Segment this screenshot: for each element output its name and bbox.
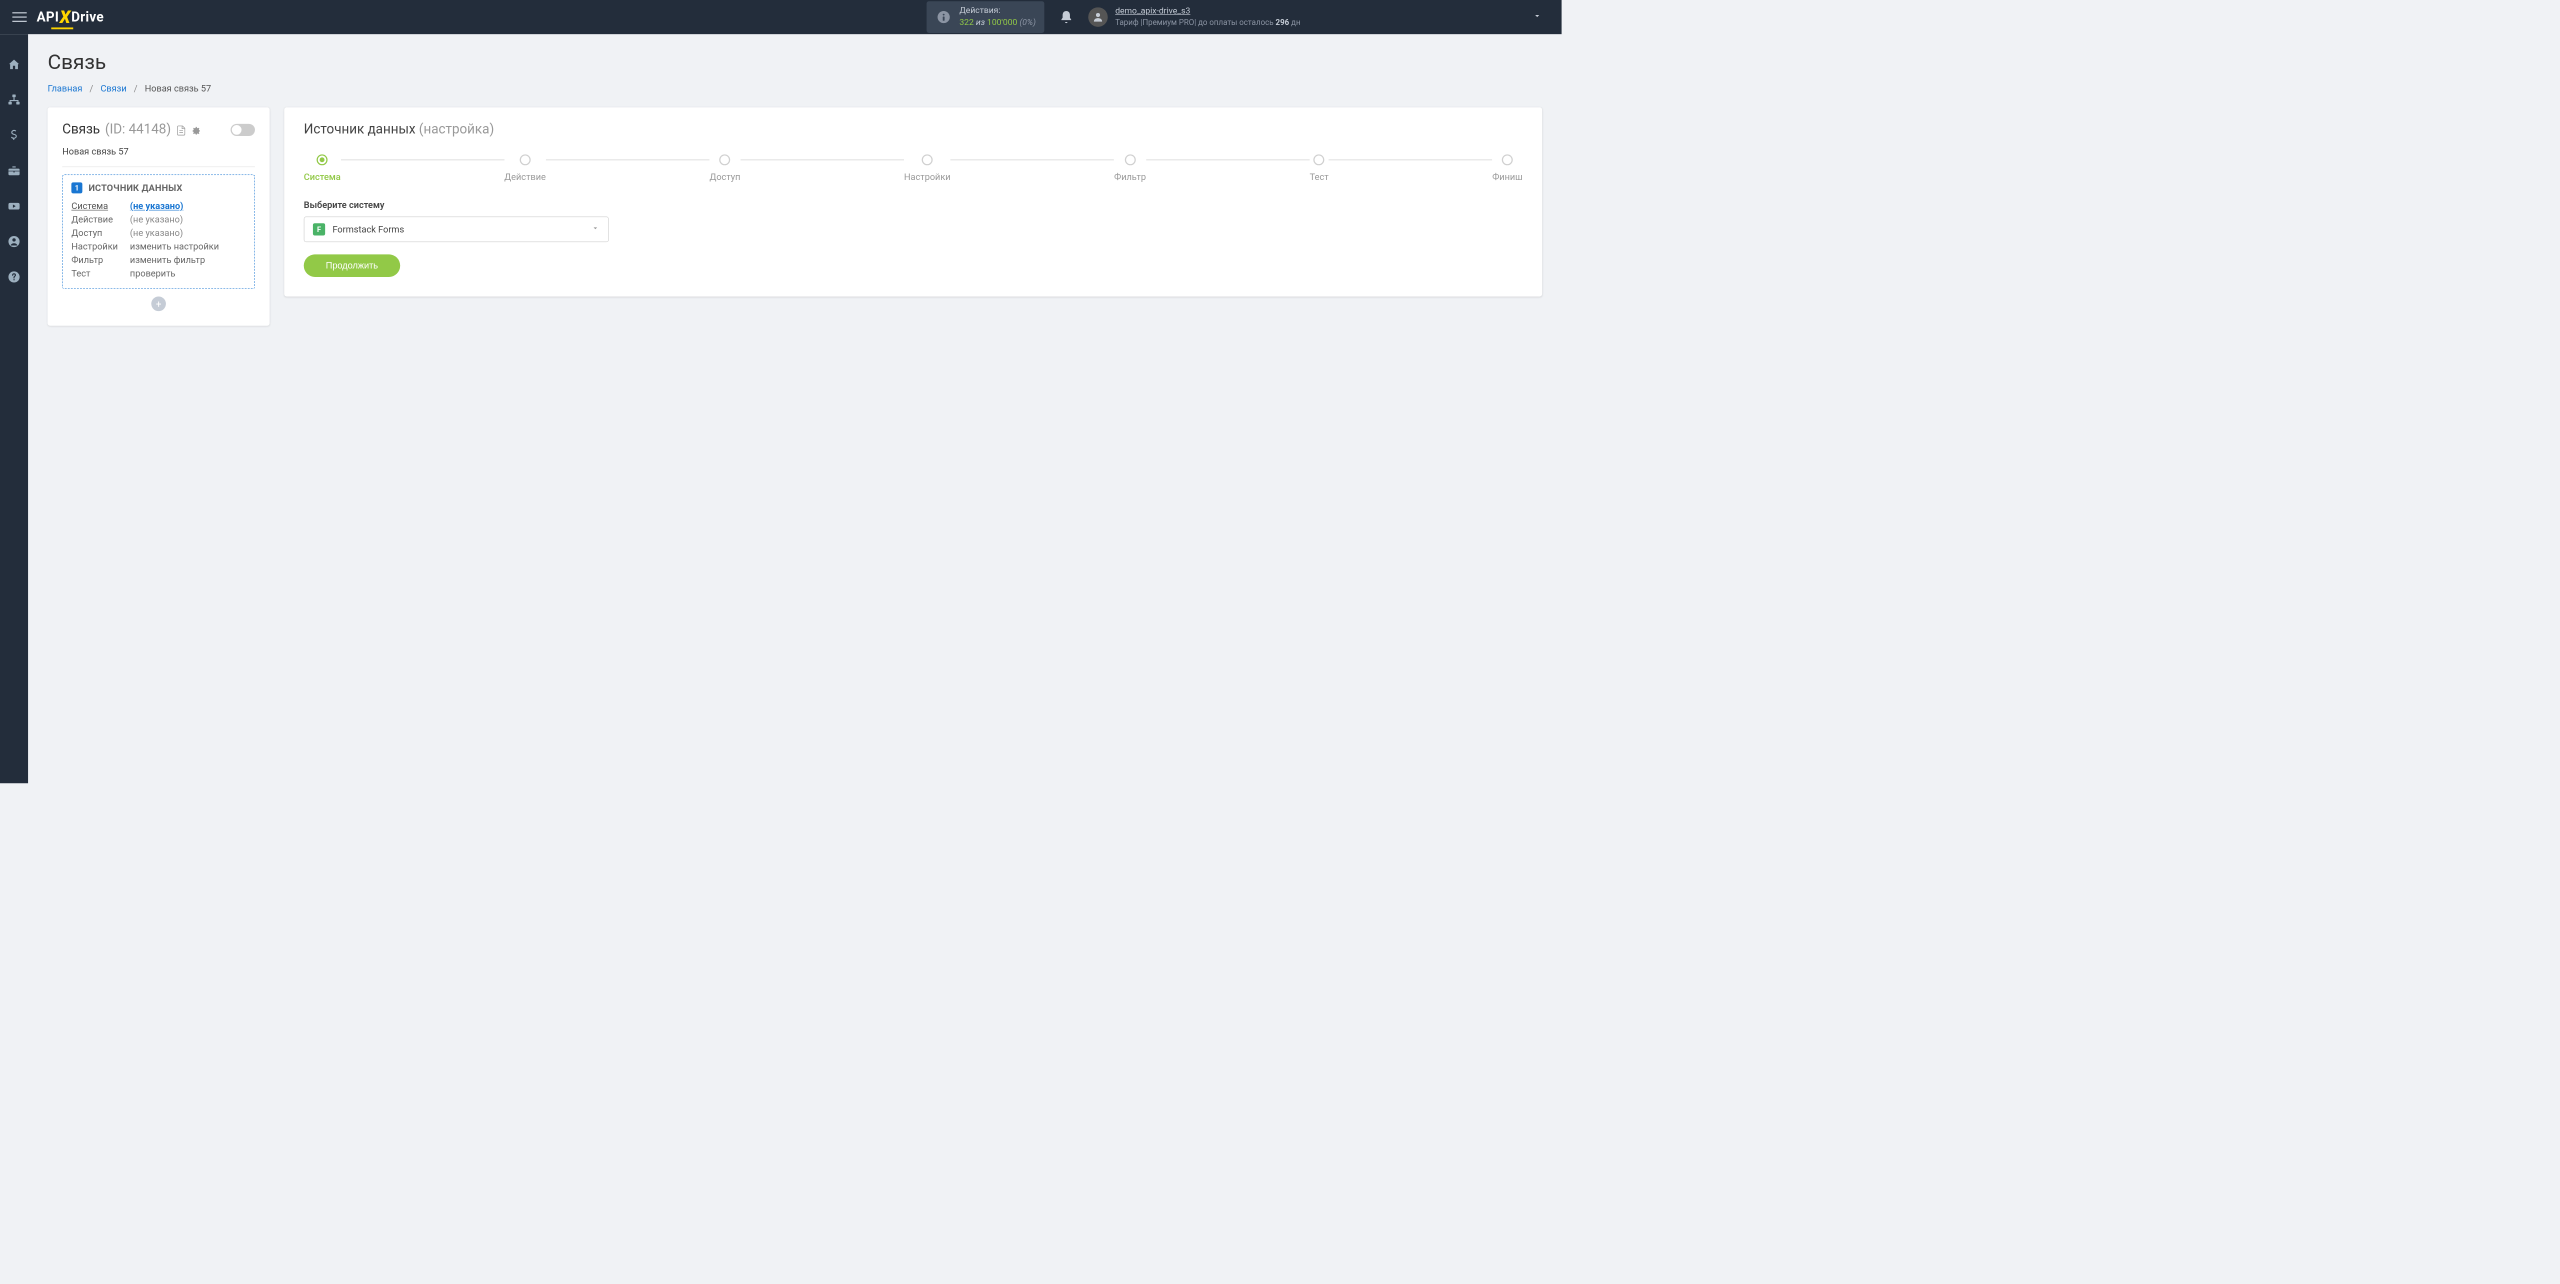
logo[interactable]: API X Drive [37, 7, 104, 27]
source-row-filter-value[interactable]: изменить фильтр [130, 254, 246, 265]
source-row-test-value[interactable]: проверить [130, 268, 246, 279]
source-row-system-label: Система [71, 201, 123, 212]
step-finish[interactable]: Финиш [1492, 154, 1522, 182]
user-section[interactable]: demo_apix-drive_s3 Тариф |Премиум PRO| д… [1088, 6, 1300, 29]
source-row-settings-label: Настройки [71, 241, 123, 252]
source-row-access-value[interactable]: (не указано) [130, 228, 246, 239]
step-system[interactable]: Система [304, 154, 341, 182]
breadcrumb-current: Новая связь 57 [145, 83, 211, 94]
actions-total: 100'000 [987, 18, 1017, 28]
logo-x: X [60, 7, 71, 27]
step-access[interactable]: Доступ [709, 154, 740, 182]
menu-icon[interactable] [12, 10, 27, 25]
formstack-icon: F [313, 223, 325, 235]
breadcrumb-home[interactable]: Главная [48, 83, 83, 94]
actions-pct: (0%) [1019, 18, 1035, 28]
source-row-action-label: Действие [71, 214, 123, 225]
actions-badge[interactable]: Действия: 322 из 100'000 (0%) [926, 1, 1044, 32]
connection-card: Связь (ID: 44148) Новая связь [48, 107, 270, 325]
breadcrumb: Главная / Связи / Новая связь 57 [48, 83, 1543, 94]
step-filter[interactable]: Фильтр [1114, 154, 1146, 182]
source-row-system-value[interactable]: (не указано) [130, 201, 246, 212]
source-row-settings-value[interactable]: изменить настройки [130, 241, 246, 252]
stepper: Система Действие Доступ На [304, 154, 1523, 182]
connection-id: (ID: 44148) [105, 122, 171, 137]
select-system[interactable]: F Formstack Forms [304, 217, 609, 243]
continue-button[interactable]: Продолжить [304, 254, 400, 277]
main-content: Связь Главная / Связи / Новая связь 57 С… [28, 34, 1562, 783]
document-icon[interactable] [176, 124, 187, 135]
actions-label: Действия: [959, 5, 1036, 17]
user-avatar-icon [1088, 7, 1108, 27]
sidebar-item-home[interactable] [5, 56, 22, 73]
sidebar-item-video[interactable] [5, 198, 22, 215]
breadcrumb-connections[interactable]: Связи [100, 83, 126, 94]
actions-text: Действия: 322 из 100'000 (0%) [959, 5, 1036, 29]
step-settings[interactable]: Настройки [904, 154, 951, 182]
connection-toggle[interactable] [231, 124, 255, 136]
logo-drive: Drive [71, 9, 104, 24]
logo-api: API [37, 9, 60, 24]
source-row-action-value[interactable]: (не указано) [130, 214, 246, 225]
info-icon [935, 9, 952, 26]
settings-title: Источник данных (настройка) [304, 122, 1523, 137]
user-tariff: Тариф |Премиум PRO| до оплаты осталось 2… [1115, 18, 1300, 29]
sidebar-item-help[interactable] [5, 268, 22, 285]
source-row-access-label: Доступ [71, 228, 123, 239]
page-title: Связь [48, 50, 1543, 74]
step-test[interactable]: Тест [1310, 154, 1329, 182]
step-action[interactable]: Действие [504, 154, 546, 182]
chevron-down-icon [591, 224, 600, 235]
user-info: demo_apix-drive_s3 Тариф |Премиум PRO| д… [1115, 6, 1300, 29]
connection-subtitle: Новая связь 57 [62, 146, 255, 167]
source-box: 1 ИСТОЧНИК ДАННЫХ Система (не указано) Д… [62, 174, 255, 289]
connection-title: Связь [62, 122, 100, 137]
sidebar-item-billing[interactable] [5, 127, 22, 144]
chevron-down-icon[interactable] [1532, 11, 1542, 23]
source-title: ИСТОЧНИК ДАННЫХ [88, 182, 182, 193]
select-system-value: Formstack Forms [332, 224, 583, 235]
bell-icon[interactable] [1059, 10, 1074, 25]
source-row-filter-label: Фильтр [71, 254, 123, 265]
top-header: API X Drive Действия: 322 из 100'000 (0%… [0, 0, 1562, 34]
source-badge: 1 [71, 182, 82, 193]
actions-of: из [976, 18, 985, 28]
actions-count: 322 [959, 18, 973, 28]
sidebar [0, 34, 28, 783]
settings-card: Источник данных (настройка) Система Дейс… [284, 107, 1542, 296]
gear-icon[interactable] [191, 124, 202, 135]
source-row-test-label: Тест [71, 268, 123, 279]
user-name: demo_apix-drive_s3 [1115, 6, 1300, 18]
select-system-label: Выберите систему [304, 199, 609, 210]
sidebar-item-connections[interactable] [5, 92, 22, 109]
sidebar-item-briefcase[interactable] [5, 162, 22, 179]
add-button[interactable]: + [151, 296, 166, 311]
sidebar-item-account[interactable] [5, 233, 22, 250]
